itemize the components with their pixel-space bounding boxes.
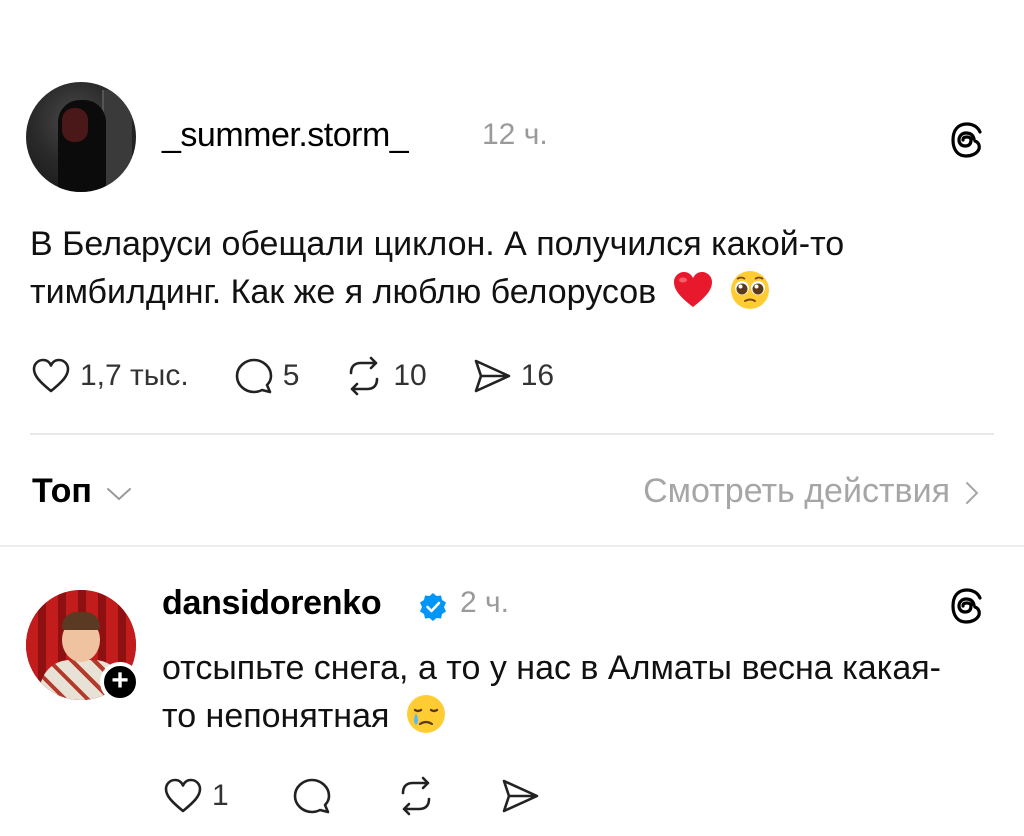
reply-text: отсыпьте снега, а то у нас в Алматы весн… — [162, 644, 962, 740]
comment-count: 5 — [282, 359, 300, 392]
comment-bubble-icon — [235, 358, 272, 394]
share-button[interactable]: 16 — [471, 355, 554, 397]
post-username[interactable]: _summer.storm_ — [162, 116, 409, 155]
reply-actions: 1 — [162, 772, 603, 820]
heart-outline-icon — [32, 358, 70, 393]
repost-icon — [350, 356, 379, 396]
chevron-down-icon[interactable] — [104, 486, 134, 502]
main-post: _summer.storm_ 12 ч. В Беларуси обещали … — [0, 0, 1024, 440]
post-text-content: В Беларуси обещали циклон. А получился к… — [30, 225, 845, 311]
post-time: 12 ч. — [482, 118, 548, 151]
send-icon — [502, 779, 538, 813]
sort-dropdown[interactable]: Топ — [32, 472, 92, 511]
crying-face-emoji — [406, 695, 445, 734]
view-activity-link[interactable]: Смотреть действия — [643, 472, 950, 511]
post-text: В Беларуси обещали циклон. А получился к… — [30, 220, 990, 316]
like-button[interactable]: 1,7 тыс. — [30, 355, 189, 397]
repost-button[interactable] — [395, 775, 437, 817]
send-icon — [474, 359, 511, 393]
comment-bubble-icon — [293, 778, 330, 814]
verified-badge-icon — [420, 593, 446, 621]
repost-button[interactable]: 10 — [343, 355, 427, 397]
repost-count: 10 — [393, 359, 427, 392]
red-heart-emoji — [673, 272, 712, 308]
divider — [0, 545, 1024, 547]
pleading-face-emoji — [731, 271, 770, 310]
repost-icon — [401, 776, 430, 816]
divider — [30, 433, 994, 435]
like-count: 1,7 тыс. — [80, 359, 189, 392]
reply-text-content: отсыпьте снега, а то у нас в Алматы весн… — [162, 649, 941, 735]
post-actions: 1,7 тыс. 5 10 16 — [30, 352, 598, 400]
reply-username[interactable]: dansidorenko — [162, 584, 382, 623]
share-button[interactable] — [499, 775, 541, 817]
heart-outline-icon — [164, 778, 202, 813]
avatar[interactable] — [26, 82, 136, 192]
comment-button[interactable]: 5 — [233, 355, 300, 397]
threads-icon — [951, 122, 982, 158]
threads-icon — [951, 588, 982, 624]
follow-plus-button[interactable]: + — [100, 662, 140, 702]
like-count: 1 — [212, 779, 229, 812]
comment-button[interactable] — [291, 775, 333, 817]
share-count: 16 — [520, 359, 555, 392]
reply-time: 2 ч. — [460, 586, 509, 619]
like-button[interactable]: 1 — [162, 775, 229, 817]
chevron-right-icon[interactable] — [964, 478, 980, 508]
